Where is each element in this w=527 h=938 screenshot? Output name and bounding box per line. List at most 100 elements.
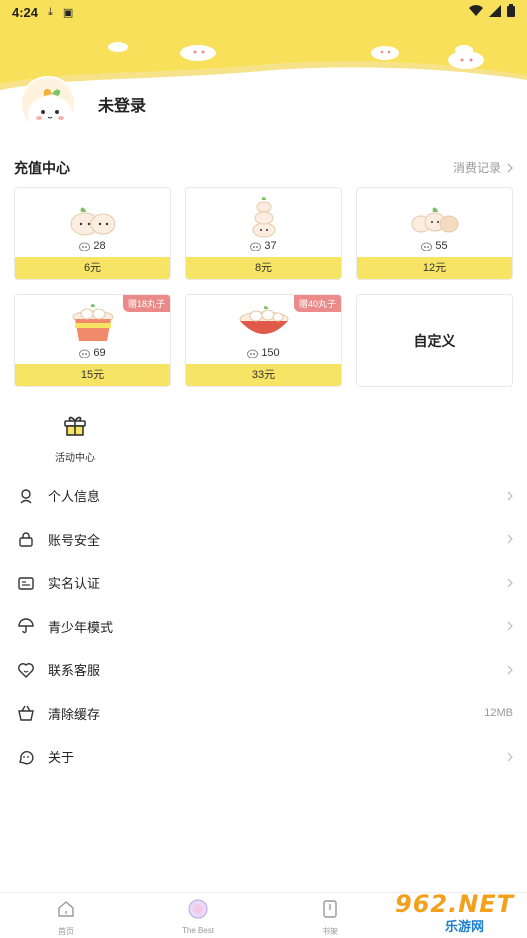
chevron-right-icon — [507, 491, 513, 501]
notification-icon: ▣ — [62, 6, 74, 19]
chevron-right-icon — [507, 163, 513, 172]
package-qty-value: 37 — [264, 240, 277, 252]
consumption-history-label[interactable]: 消费记录 — [453, 159, 501, 176]
basket-icon — [18, 705, 34, 721]
package-qty-value: 28 — [93, 240, 106, 252]
package-qty: 69 — [15, 347, 170, 359]
avatar[interactable] — [20, 76, 76, 132]
package-price: 33元 — [186, 364, 341, 386]
menu-item-right — [507, 752, 513, 762]
package-card[interactable]: 28 6元 — [14, 187, 171, 280]
menu-item-about[interactable]: 关于 — [0, 735, 527, 779]
package-card[interactable]: 55 12元 — [356, 187, 513, 280]
wifi-icon — [469, 4, 483, 16]
package-qty: 55 — [357, 240, 512, 252]
dumpling-coin-icon — [250, 242, 262, 251]
dumpling-cup-icon — [72, 304, 113, 341]
id-card-icon — [18, 577, 34, 590]
menu-item-label: 联系客服 — [48, 663, 101, 679]
menu-item-right — [507, 534, 513, 544]
package-card[interactable]: 37 8元 — [185, 187, 342, 280]
chevron-right-icon — [507, 665, 513, 675]
recharge-package-grid: 28 6元 37 8元 55 12元 赠18丸子 69 15元 赠40丸子 15… — [14, 187, 513, 387]
status-time: 4:24 — [12, 4, 39, 20]
profile-header[interactable]: 未登录 — [20, 76, 146, 132]
menu-item-account-security[interactable]: 账号安全 — [0, 518, 527, 562]
menu-item-teen-mode[interactable]: 青少年模式 — [0, 605, 527, 649]
person-icon — [20, 489, 32, 504]
menu-item-personal-info[interactable]: 个人信息 — [0, 474, 527, 518]
menu-item-label: 个人信息 — [48, 489, 101, 505]
download-icon: ⤓ — [48, 5, 53, 18]
menu-item-right — [507, 491, 513, 501]
status-bar: 4:24 ⤓ ▣ — [0, 0, 527, 24]
chevron-right-icon — [507, 621, 513, 631]
bonus-badge: 赠18丸子 — [122, 295, 170, 312]
dumpling-bowl-icon — [239, 306, 288, 334]
custom-amount-card[interactable]: 自定义 — [356, 294, 513, 387]
watermark-text: 962.NET — [395, 890, 515, 918]
menu-item-right — [507, 578, 513, 588]
activity-center-label[interactable]: 活动中心 — [50, 449, 100, 464]
umbrella-icon — [18, 618, 34, 634]
package-qty-value: 69 — [93, 347, 106, 359]
watermark-subtext: 乐游网 — [445, 919, 485, 934]
nav-tab-bookshelf[interactable]: 书架 — [300, 899, 360, 937]
consumption-history-link[interactable]: 消费记录 — [453, 159, 513, 176]
nav-tab-label[interactable]: 书架 — [300, 926, 360, 937]
activity-center-button[interactable]: 活动中心 — [50, 414, 100, 464]
chevron-right-icon — [507, 752, 513, 762]
dumpling-group-icon — [411, 207, 458, 233]
dumpling-pair-icon — [70, 207, 115, 236]
site-watermark: 962.NET 乐游网 — [391, 888, 523, 936]
support-icon — [18, 662, 34, 678]
bookshelf-icon — [323, 900, 337, 918]
nav-tab-label[interactable]: The Best — [168, 926, 228, 935]
home-icon — [58, 901, 74, 917]
menu-item-customer-service[interactable]: 联系客服 — [0, 648, 527, 692]
login-status[interactable]: 未登录 — [98, 92, 146, 116]
package-qty: 150 — [186, 347, 341, 359]
package-price: 8元 — [186, 257, 341, 279]
dumpling-coin-icon — [79, 349, 91, 358]
cache-size: 12MB — [484, 707, 513, 720]
bonus-badge: 赠40丸子 — [293, 295, 341, 312]
menu-item-label: 清除缓存 — [48, 706, 101, 722]
chevron-right-icon — [507, 534, 513, 544]
package-qty: 37 — [186, 240, 341, 252]
menu-item-label: 账号安全 — [48, 532, 101, 548]
the-best-icon — [188, 899, 208, 919]
settings-menu: 个人信息 账号安全 实名认证 青少年模式 联系客服 清除缓存 12MB 关于 — [0, 474, 527, 779]
package-qty-value: 150 — [261, 347, 280, 359]
package-card[interactable]: 赠40丸子 150 33元 — [185, 294, 342, 387]
menu-item-label: 青少年模式 — [48, 619, 114, 635]
nav-tab-the-best[interactable]: The Best — [168, 899, 228, 935]
chat-icon — [19, 750, 34, 765]
menu-item-right — [507, 665, 513, 675]
dumpling-stack-icon — [252, 197, 275, 238]
recharge-title: 充值中心 — [14, 160, 70, 176]
avatar-mascot-icon — [22, 78, 74, 130]
menu-item-label: 关于 — [48, 750, 75, 766]
package-qty: 28 — [15, 240, 170, 252]
dumpling-coin-icon — [79, 242, 91, 251]
package-price: 15元 — [15, 364, 170, 386]
battery-icon — [507, 4, 515, 17]
custom-amount-label[interactable]: 自定义 — [414, 331, 456, 351]
package-price: 12元 — [357, 257, 512, 279]
chevron-right-icon — [507, 578, 513, 588]
dumpling-coin-icon — [247, 349, 259, 358]
gift-icon — [64, 416, 86, 436]
menu-item-real-name-auth[interactable]: 实名认证 — [0, 561, 527, 605]
package-qty-value: 55 — [435, 240, 448, 252]
nav-tab-label[interactable]: 首页 — [36, 926, 96, 937]
signal-icon — [489, 4, 501, 17]
dumpling-coin-icon — [421, 242, 433, 251]
menu-item-right — [507, 621, 513, 631]
menu-item-clear-cache[interactable]: 清除缓存 12MB — [0, 692, 527, 736]
lock-icon — [19, 532, 33, 547]
menu-item-label: 实名认证 — [48, 576, 101, 592]
package-card[interactable]: 赠18丸子 69 15元 — [14, 294, 171, 387]
nav-tab-home[interactable]: 首页 — [36, 899, 96, 937]
package-price: 6元 — [15, 257, 170, 279]
